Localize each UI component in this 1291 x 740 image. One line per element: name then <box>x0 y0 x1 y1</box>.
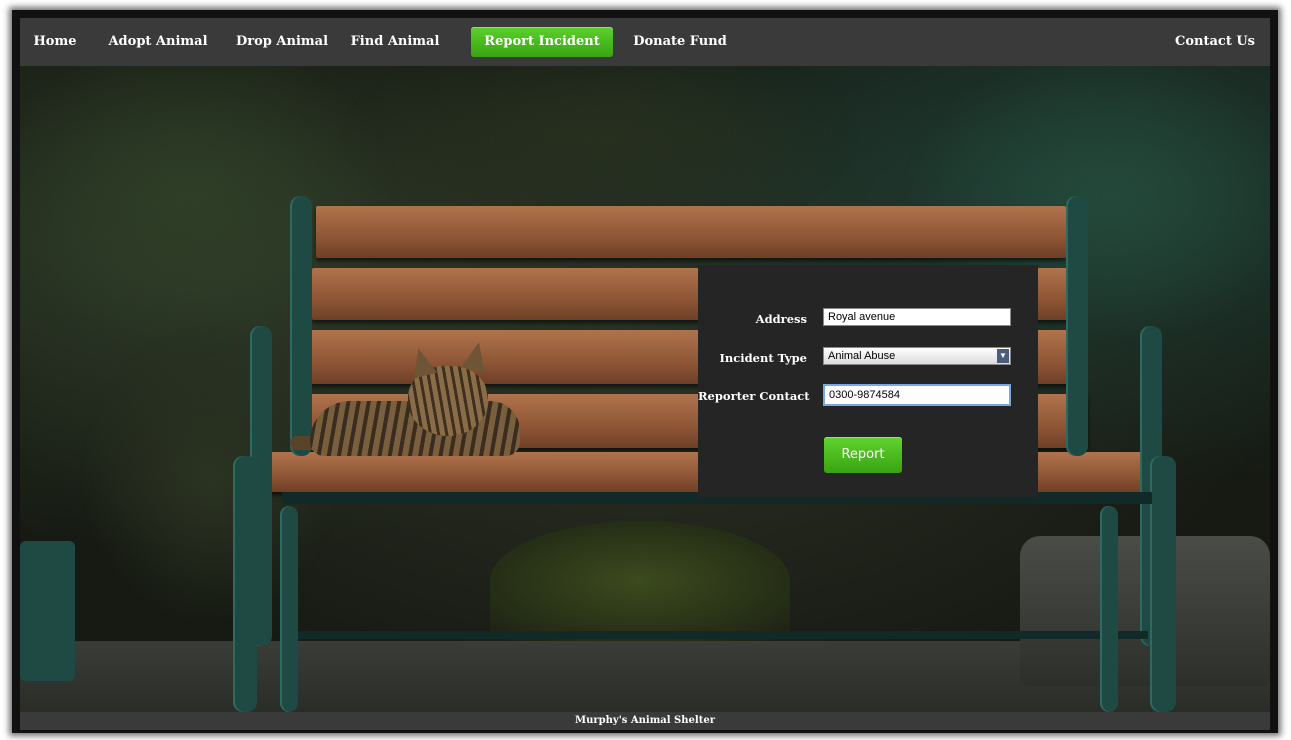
incident-type-label: Incident Type <box>719 351 807 365</box>
footer-title: Murphy's Animal Shelter <box>20 712 1270 730</box>
dropdown-arrow-icon[interactable]: ▼ <box>997 349 1009 363</box>
reporter-contact-input[interactable] <box>823 384 1011 406</box>
incident-type-select[interactable]: Animal Abuse ▼ <box>823 347 1011 365</box>
top-navbar: Home Adopt Animal Drop Animal Find Anima… <box>20 18 1270 66</box>
address-label: Address <box>755 312 807 326</box>
nav-find-animal[interactable]: Find Animal <box>350 27 440 57</box>
nav-adopt-animal[interactable]: Adopt Animal <box>108 27 208 57</box>
nav-drop-animal[interactable]: Drop Animal <box>236 27 328 57</box>
report-button[interactable]: Report <box>824 437 902 473</box>
address-input[interactable] <box>823 308 1011 326</box>
nav-home[interactable]: Home <box>30 27 80 57</box>
incident-type-value: Animal Abuse <box>828 350 896 362</box>
background-photo <box>20 66 1270 712</box>
nav-contact-us[interactable]: Contact Us <box>1170 27 1260 57</box>
reporter-contact-label: Reporter Contact <box>698 389 810 403</box>
nav-donate-fund[interactable]: Donate Fund <box>630 27 730 57</box>
app-window: Home Adopt Animal Drop Animal Find Anima… <box>12 10 1278 733</box>
nav-report-incident[interactable]: Report Incident <box>471 27 613 57</box>
report-incident-form: Address Incident Type Animal Abuse ▼ Rep… <box>698 265 1038 497</box>
